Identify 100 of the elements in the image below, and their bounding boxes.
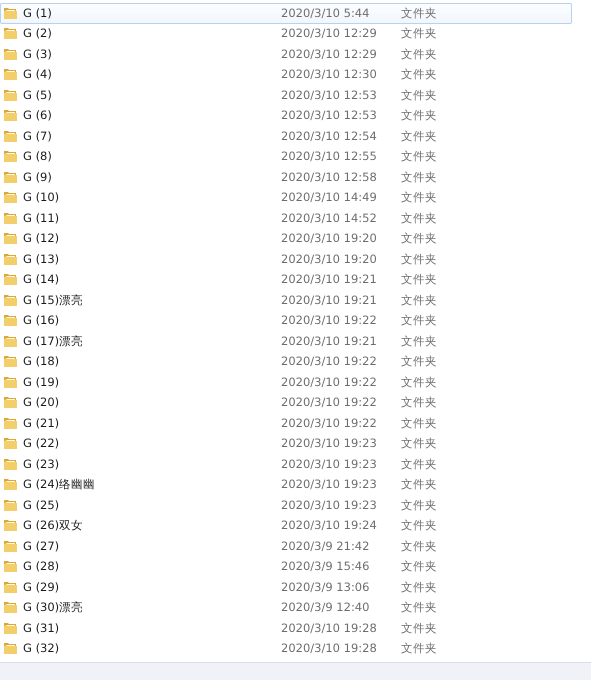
file-name: G (4) — [23, 66, 53, 84]
file-type: 文件夹 — [401, 128, 437, 145]
folder-icon — [3, 436, 18, 452]
file-row[interactable]: G (19) 2020/3/10 19:22 文件夹 — [0, 372, 572, 392]
file-row[interactable]: G (12) 2020/3/10 19:20 文件夹 — [0, 228, 572, 249]
folder-icon — [3, 456, 18, 472]
file-row[interactable]: G (3) 2020/3/10 12:29 文件夹 — [0, 44, 572, 64]
file-name: G (6) — [23, 107, 53, 124]
file-row[interactable]: G (8) 2020/3/10 12:55 文件夹 — [0, 146, 572, 167]
folder-icon — [3, 252, 18, 267]
file-type: 文件夹 — [401, 414, 437, 432]
file-type: 文件夹 — [401, 496, 437, 514]
file-name: G (20) — [23, 394, 60, 412]
file-name: G (28) — [23, 558, 60, 576]
file-name: G (24)络幽幽 — [23, 476, 96, 494]
modified-date: 2020/3/10 19:21 — [281, 292, 378, 309]
file-row[interactable]: G (9) 2020/3/10 12:58 文件夹 — [0, 167, 572, 188]
folder-icon — [3, 580, 18, 595]
modified-date: 2020/3/10 12:53 — [281, 107, 378, 124]
folder-icon — [3, 46, 18, 62]
file-row[interactable]: G (1) 2020/3/10 5:44 文件夹 — [0, 3, 572, 24]
file-row[interactable]: G (22) 2020/3/10 19:23 文件夹 — [0, 434, 572, 454]
modified-date: 2020/3/10 12:53 — [281, 86, 378, 104]
modified-date: 2020/3/10 19:20 — [281, 250, 378, 268]
folder-icon — [3, 354, 18, 370]
modified-date: 2020/3/10 12:29 — [281, 25, 378, 42]
file-type: 文件夹 — [401, 66, 437, 84]
file-row[interactable]: G (6) 2020/3/10 12:53 文件夹 — [0, 106, 572, 126]
file-row[interactable]: G (23) 2020/3/10 19:23 文件夹 — [0, 454, 572, 474]
modified-date: 2020/3/10 19:28 — [281, 640, 378, 658]
modified-date: 2020/3/10 12:54 — [281, 128, 378, 145]
folder-icon — [3, 231, 18, 246]
file-name: G (1) — [23, 4, 53, 22]
file-name: G (3) — [23, 46, 53, 63]
file-name: G (18) — [23, 353, 60, 370]
file-type: 文件夹 — [401, 271, 437, 288]
file-row[interactable]: G (21) 2020/3/10 19:22 文件夹 — [0, 413, 572, 434]
file-row[interactable]: G (5) 2020/3/10 12:53 文件夹 — [0, 85, 572, 106]
file-type: 文件夹 — [401, 292, 437, 309]
file-name: G (26)双女 — [23, 517, 84, 534]
modified-date: 2020/3/10 19:28 — [281, 620, 378, 637]
folder-icon — [3, 128, 18, 144]
folder-icon — [3, 641, 18, 656]
file-row[interactable]: G (18) 2020/3/10 19:22 文件夹 — [0, 352, 572, 372]
file-name: G (22) — [23, 435, 60, 452]
file-type: 文件夹 — [401, 250, 437, 268]
file-name: G (29) — [23, 578, 60, 596]
file-type: 文件夹 — [401, 599, 437, 616]
folder-icon — [3, 559, 18, 574]
file-row[interactable]: G (26)双女 2020/3/10 19:24 文件夹 — [0, 516, 572, 536]
file-row[interactable]: G (24)络幽幽 2020/3/10 19:23 文件夹 — [0, 474, 572, 495]
modified-date: 2020/3/9 21:42 — [281, 538, 370, 555]
file-type: 文件夹 — [401, 312, 437, 330]
file-name: G (9) — [23, 168, 53, 186]
modified-date: 2020/3/10 19:23 — [281, 476, 378, 494]
file-row[interactable]: G (30)漂亮 2020/3/9 12:40 文件夹 — [0, 598, 572, 618]
file-type: 文件夹 — [401, 4, 437, 22]
file-row[interactable]: G (27) 2020/3/9 21:42 文件夹 — [0, 536, 572, 556]
folder-icon — [3, 6, 18, 21]
file-row[interactable]: G (13) 2020/3/10 19:20 文件夹 — [0, 249, 572, 270]
file-row[interactable]: G (29) 2020/3/9 13:06 文件夹 — [0, 577, 572, 598]
modified-date: 2020/3/9 12:40 — [281, 599, 370, 616]
modified-date: 2020/3/9 13:06 — [281, 578, 370, 596]
file-type: 文件夹 — [401, 456, 437, 473]
file-name: G (12) — [23, 230, 60, 248]
file-row[interactable]: G (28) 2020/3/9 15:46 文件夹 — [0, 556, 572, 577]
folder-icon — [3, 620, 18, 636]
file-type: 文件夹 — [401, 558, 437, 576]
file-row[interactable]: G (7) 2020/3/10 12:54 文件夹 — [0, 126, 572, 146]
file-type: 文件夹 — [401, 25, 437, 42]
file-name: G (31) — [23, 620, 60, 637]
folder-icon — [3, 292, 18, 308]
file-name: G (5) — [23, 86, 53, 104]
file-name: G (16) — [23, 312, 60, 330]
folder-icon — [3, 190, 18, 206]
file-row[interactable]: G (14) 2020/3/10 19:21 文件夹 — [0, 270, 572, 290]
file-row[interactable]: G (15)漂亮 2020/3/10 19:21 文件夹 — [0, 290, 572, 310]
folder-icon — [3, 374, 18, 390]
file-row[interactable]: G (16) 2020/3/10 19:22 文件夹 — [0, 310, 572, 331]
file-type: 文件夹 — [401, 210, 437, 227]
modified-date: 2020/3/10 12:55 — [281, 148, 378, 166]
modified-date: 2020/3/10 5:44 — [281, 4, 370, 22]
file-row[interactable]: G (20) 2020/3/10 19:22 文件夹 — [0, 392, 572, 413]
file-type: 文件夹 — [401, 620, 437, 637]
file-row[interactable]: G (32) 2020/3/10 19:28 文件夹 — [0, 638, 572, 659]
file-type: 文件夹 — [401, 189, 437, 206]
file-type: 文件夹 — [401, 374, 437, 391]
file-type: 文件夹 — [401, 476, 437, 494]
file-type: 文件夹 — [401, 332, 437, 350]
folder-icon — [3, 170, 18, 185]
file-row[interactable]: G (17)漂亮 2020/3/10 19:21 文件夹 — [0, 331, 572, 352]
file-row[interactable]: G (4) 2020/3/10 12:30 文件夹 — [0, 64, 572, 85]
folder-icon — [3, 108, 18, 124]
file-row[interactable]: G (31) 2020/3/10 19:28 文件夹 — [0, 618, 572, 638]
file-row[interactable]: G (2) 2020/3/10 12:29 文件夹 — [0, 24, 572, 44]
file-row[interactable]: G (11) 2020/3/10 14:52 文件夹 — [0, 208, 572, 228]
file-row[interactable]: G (25) 2020/3/10 19:23 文件夹 — [0, 495, 572, 516]
modified-date: 2020/3/10 19:23 — [281, 496, 378, 514]
folder-icon — [3, 498, 18, 513]
file-row[interactable]: G (10) 2020/3/10 14:49 文件夹 — [0, 188, 572, 208]
